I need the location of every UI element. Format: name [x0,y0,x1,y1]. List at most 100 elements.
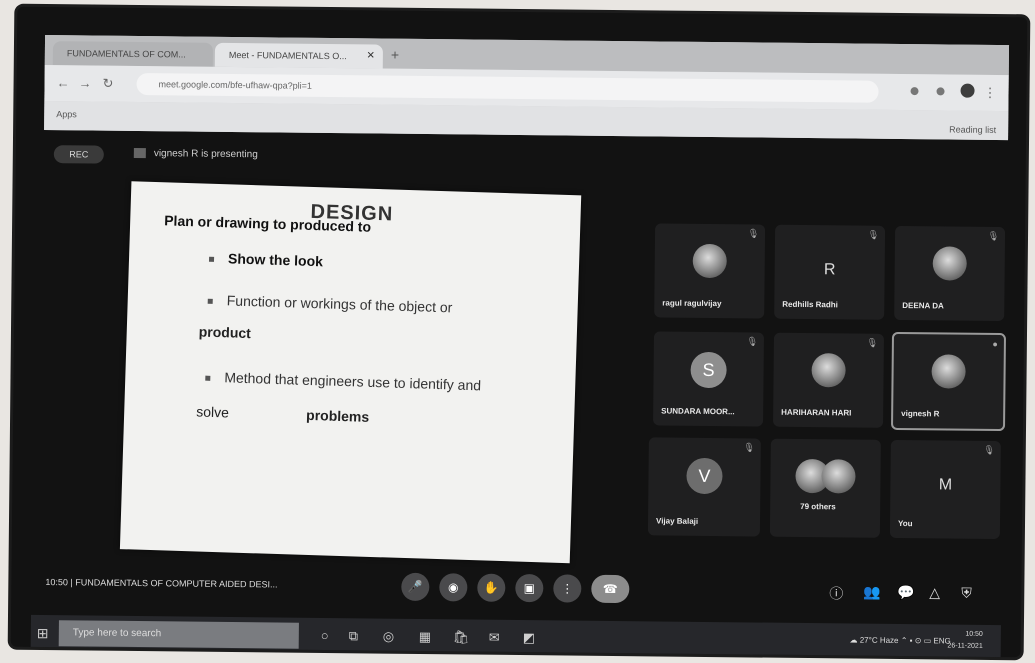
raise-hand-button[interactable]: ✋ [477,573,506,602]
participant-initial: M [938,476,953,494]
store-icon[interactable]: 🛍 [453,629,470,645]
weather-icon: ☁ [849,635,860,645]
participant-tile[interactable]: 🎙 DEENA DA [894,225,1006,322]
speaking-icon: ● [992,338,998,350]
participant-initial: R [823,261,836,279]
participant-photo [811,353,846,388]
mic-off-icon: 🎙 [746,336,758,347]
cortana-icon[interactable]: ○ [321,628,329,643]
participant-tile[interactable]: 🎙 V Vijay Balaji [647,437,761,537]
url-input[interactable]: meet.google.com/bfe-ufhaw-qpa?pli=1 [136,72,879,103]
leave-call-button[interactable]: ☎ [591,574,630,604]
participant-name: ragul ragulvijay [662,298,722,309]
bullet-icon [205,375,211,381]
forward-icon[interactable]: → [79,75,92,90]
participant-name: You [897,518,913,529]
new-tab-button[interactable]: + [391,47,399,63]
mic-off-icon: 🎙 [747,228,760,239]
taskbar-search[interactable]: Type here to search [58,620,299,649]
presenting-text: vignesh R is presenting [153,148,258,161]
participant-name: Redhills Radhi [782,299,838,310]
monitor-screen: FUNDAMENTALS OF COM... Meet - FUNDAMENTA… [10,6,1028,658]
file-explorer-icon[interactable]: ▦ [419,629,431,645]
mic-off-icon: 🎙 [866,337,878,348]
windows-start-icon[interactable]: ⊞ [37,625,49,642]
weather-text: 27°C Haze [859,635,899,645]
participant-photo [931,354,966,389]
chat-icon[interactable]: 💬 [897,584,915,601]
more-icon: ⋮ [561,581,574,596]
participant-name: vignesh R [901,409,940,419]
meeting-info: 10:50 | FUNDAMENTALS OF COMPUTER AIDED D… [45,577,277,589]
participant-name: DEENA DA [902,301,944,311]
mic-button[interactable]: 🎤 [401,572,430,602]
mail-icon[interactable]: ✉ [489,630,500,646]
app-icon[interactable]: ◩ [523,630,535,646]
slide-line: product [198,323,252,342]
taskbar-clock[interactable]: 10:50 26-11-2021 [947,629,983,653]
participant-tile[interactable]: 🎙 HARIHARAN HARI [773,332,885,428]
profile-avatar[interactable] [960,83,975,98]
slide-line: problems [305,406,370,425]
slide-bullet: Function or workings of the object or [207,292,453,315]
participant-photo [692,243,727,279]
participant-avatar: S [690,351,727,389]
chrome-icon[interactable]: ◎ [383,629,395,645]
slide-bullet: Method that engineers use to identify an… [205,369,481,393]
end-call-icon: ☎ [602,581,618,597]
bullet-icon [208,256,215,262]
participant-tile[interactable]: 🎙 ragul ragulvijay [654,223,766,319]
clock-time: 10:50 [965,630,983,638]
reading-list[interactable]: Reading list [949,124,996,134]
meeting-time: 10:50 [45,577,68,588]
present-button[interactable]: ▣ [515,573,544,603]
others-tile[interactable]: 79 others [769,438,881,538]
taskbar: ⊞ Type here to search ○ ⧉ ◎ ▦ 🛍 ✉ ◩ ☁ 27… [30,614,1001,658]
tab-label: FUNDAMENTALS OF COM... [66,48,186,60]
shared-slide: DESIGN Plan or drawing to produced to Sh… [119,181,582,564]
host-controls-icon[interactable]: ⛨ [961,585,972,602]
system-tray: ☁ 27°C Haze ⌃ ▪ ⊙ ▭ ENG [849,635,950,645]
more-menu-icon[interactable]: ⋮ [983,85,996,101]
meeting-title: FUNDAMENTALS OF COMPUTER AIDED DESI... [75,577,278,590]
mic-off-icon: 🎙 [867,229,880,240]
tab-label: Meet - FUNDAMENTALS O... [228,49,347,62]
extension-icon[interactable] [936,87,945,96]
task-view-icon[interactable]: ⧉ [349,628,358,644]
tray-icons[interactable]: ⌃ ▪ ⊙ ▭ ENG [901,636,951,646]
back-icon[interactable]: ← [57,75,70,90]
participant-photo [821,459,856,494]
activities-icon[interactable]: △ [929,584,940,601]
presenting-banner: vignesh R is presenting [133,148,258,161]
clock-date: 26-11-2021 [947,642,983,650]
participant-tile[interactable]: 🎙 S SUNDARA MOOR... [653,331,765,427]
tab-fundamentals[interactable]: FUNDAMENTALS OF COM... [52,41,214,67]
more-options-button[interactable]: ⋮ [553,574,582,603]
participant-name: Vijay Balaji [655,516,699,526]
extension-icon[interactable] [910,87,919,96]
slide-bullet: Show the look [208,250,323,269]
info-icon[interactable]: ⓘ [829,583,843,603]
self-tile[interactable]: 🎙 M You [889,439,1001,540]
mic-off-icon: 🎙 [743,442,755,453]
reload-icon[interactable]: ↻ [102,76,114,92]
people-icon[interactable]: 👥 [863,584,881,601]
camera-button[interactable]: ◉ [439,573,468,602]
participant-tile-active-speaker[interactable]: ● vignesh R [890,331,1007,432]
recording-badge: REC [53,145,104,164]
participant-avatar: V [686,457,723,495]
participant-photo [932,246,967,281]
mic-off-icon: 🎙 [983,444,995,455]
others-count: 79 others [800,501,836,512]
tab-meet[interactable]: Meet - FUNDAMENTALS O... ✕ [214,42,384,69]
participant-tile[interactable]: 🎙 R Redhills Radhi [774,224,886,320]
bookmark-apps[interactable]: Apps [56,109,77,119]
mic-icon: 🎤 [407,579,423,595]
close-icon[interactable]: ✕ [366,44,375,68]
present-icon: ▣ [523,581,536,596]
camera-icon: ◉ [447,580,459,595]
bullet-icon [207,298,213,304]
present-screen-icon [133,148,146,159]
mic-off-icon: 🎙 [987,230,1000,242]
hand-icon: ✋ [483,580,499,595]
